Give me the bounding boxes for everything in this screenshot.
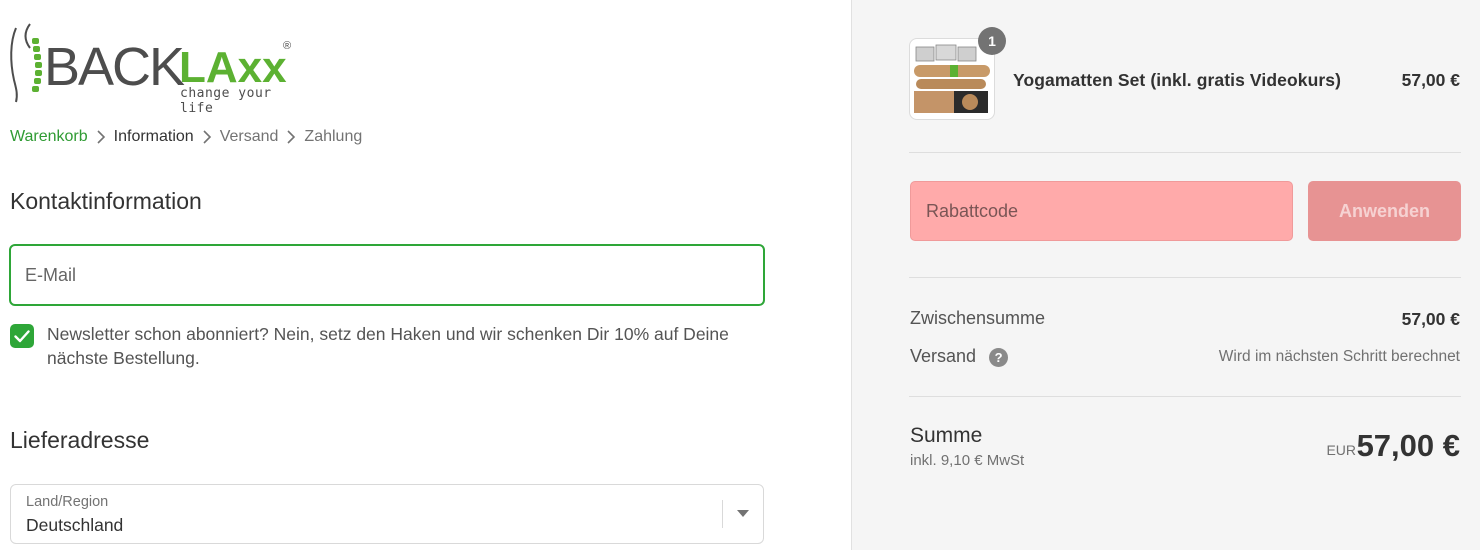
chevron-right-icon <box>194 128 220 146</box>
checkout-main: BACK LAxx ® change your life Warenkorb I… <box>0 0 851 550</box>
shipping-cost-value: Wird im nächsten Schritt berechnet <box>1218 348 1460 365</box>
country-select-value[interactable]: Deutschland <box>26 515 123 536</box>
select-divider <box>722 500 723 528</box>
product-price: 57,00 € <box>1401 70 1460 90</box>
apply-discount-button[interactable]: Anwenden <box>1308 181 1461 241</box>
order-summary-sidebar: 1 Yogamatten Set (inkl. gratis Videokurs… <box>851 0 1480 550</box>
subtotal-value: 57,00 € <box>1401 309 1460 329</box>
breadcrumb: Warenkorb Information Versand Zahlung <box>10 128 362 146</box>
email-field[interactable] <box>9 244 765 306</box>
newsletter-label[interactable]: Newsletter schon abonniert? Nein, setz d… <box>47 322 770 370</box>
currency-code: EUR <box>1326 442 1356 458</box>
chevron-right-icon <box>88 128 114 146</box>
contact-section-title: Kontaktinformation <box>10 188 202 214</box>
help-icon[interactable]: ? <box>989 347 1009 367</box>
discount-code-input[interactable] <box>910 181 1293 241</box>
logo-text-laxx: LAxx <box>179 43 287 92</box>
summary-divider <box>909 396 1461 397</box>
newsletter-checkbox[interactable] <box>10 324 34 348</box>
summary-divider <box>909 277 1461 278</box>
logo-registered-mark: ® <box>283 40 292 52</box>
logo-text-back: BACK <box>44 37 185 97</box>
breadcrumb-payment: Zahlung <box>304 128 363 145</box>
checkmark-icon <box>14 329 30 342</box>
shipping-section-title: Lieferadresse <box>10 427 150 453</box>
total-label: Summe <box>910 424 983 447</box>
spine-icon <box>10 23 42 103</box>
country-select[interactable]: Land/Region Deutschland <box>10 484 764 544</box>
chevron-right-icon <box>278 128 304 146</box>
product-thumbnail: 1 <box>909 27 1006 120</box>
shipping-cost-row: Versand ? <box>910 346 1009 367</box>
quantity-badge: 1 <box>978 27 1006 55</box>
total-value: 57,00 € <box>1356 428 1460 463</box>
tax-note: inkl. 9,10 € MwSt <box>910 452 1025 469</box>
chevron-down-icon[interactable] <box>737 510 749 517</box>
product-name: Yogamatten Set (inkl. gratis Videokurs) <box>1013 70 1342 90</box>
brand-logo[interactable]: BACK LAxx ® change your life <box>8 22 298 116</box>
summary-divider <box>909 152 1461 153</box>
country-select-label: Land/Region <box>26 494 109 510</box>
shipping-cost-label: Versand <box>910 346 977 366</box>
breadcrumb-cart[interactable]: Warenkorb <box>10 128 88 146</box>
breadcrumb-shipping: Versand <box>219 128 279 145</box>
subtotal-label: Zwischensumme <box>910 308 1046 328</box>
newsletter-option: Newsletter schon abonniert? Nein, setz d… <box>10 322 770 370</box>
logo-tagline: change your life <box>180 86 272 116</box>
breadcrumb-information: Information <box>113 128 194 145</box>
